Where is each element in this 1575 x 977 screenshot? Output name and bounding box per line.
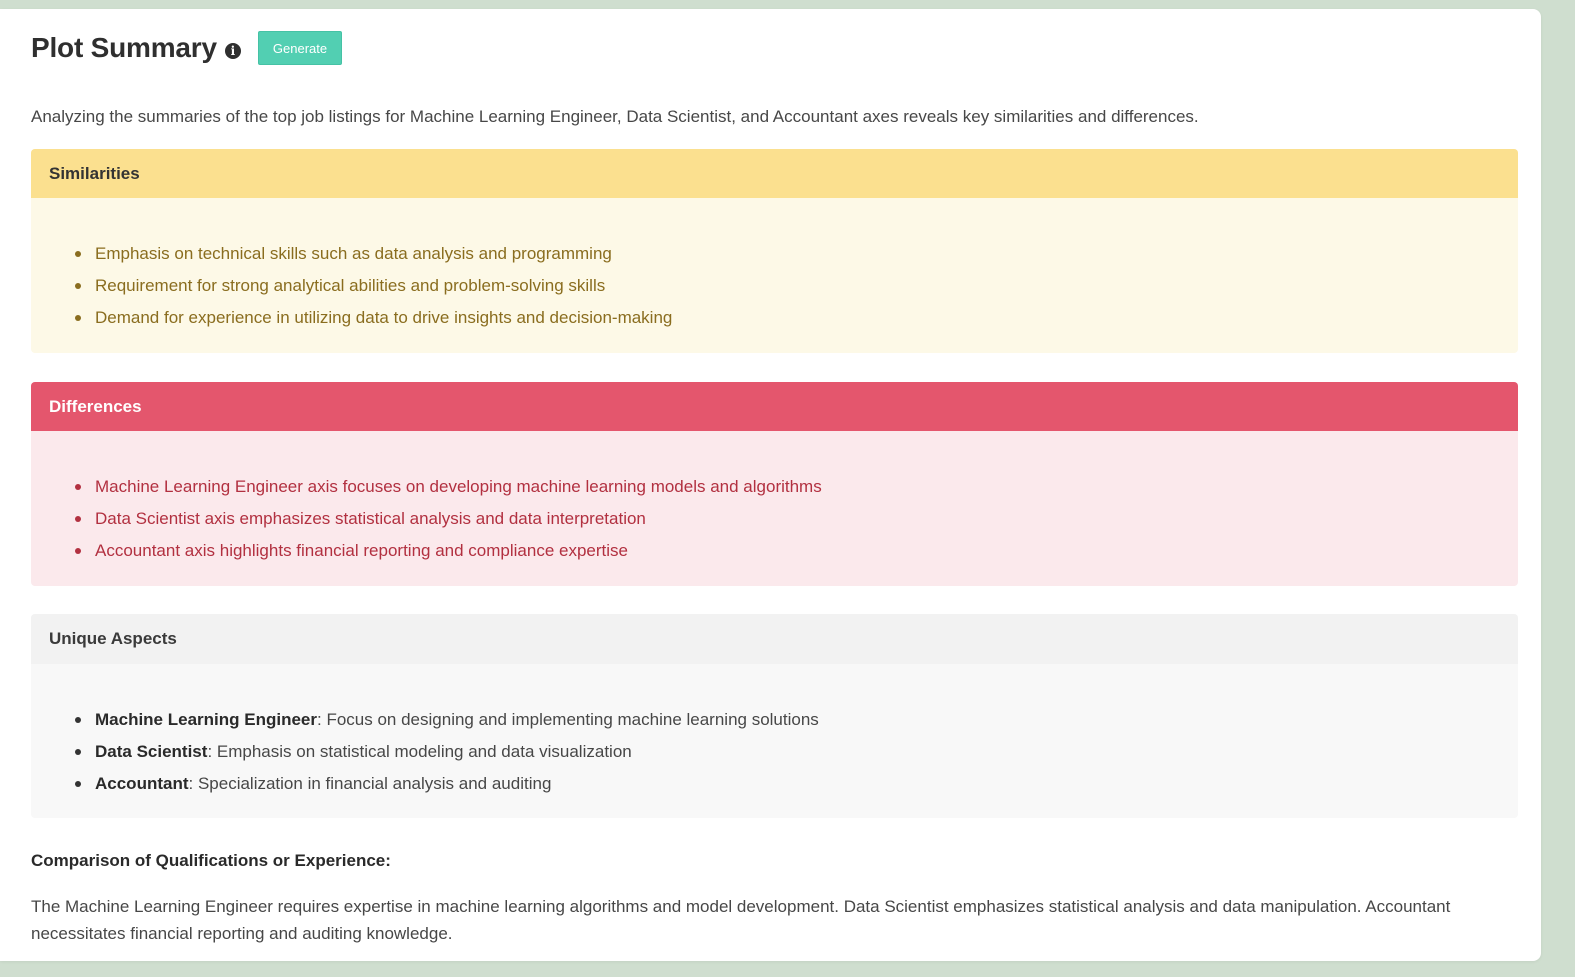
similarities-heading: Similarities: [31, 149, 1518, 198]
list-item-text: Demand for experience in utilizing data …: [95, 308, 673, 327]
list-item: Requirement for strong analytical abilit…: [75, 270, 1518, 302]
bullet-icon: [75, 717, 81, 723]
comparison-text: The Machine Learning Engineer requires e…: [31, 897, 1451, 943]
intro-text: Analyzing the summaries of the top job l…: [31, 107, 1199, 126]
role-name: Machine Learning Engineer: [95, 710, 317, 729]
comparison-heading: Comparison of Qualifications or Experien…: [31, 851, 391, 870]
list-item: Accountant axis highlights financial rep…: [75, 535, 1518, 567]
bullet-icon: [75, 781, 81, 787]
list-item: Data Scientist axis emphasizes statistic…: [75, 503, 1518, 535]
differences-list: Machine Learning Engineer axis focuses o…: [31, 471, 1518, 567]
unique-aspects-list: Machine Learning Engineer: Focus on desi…: [31, 704, 1518, 800]
list-item: Accountant: Specialization in financial …: [75, 768, 1518, 800]
bullet-icon: [75, 548, 81, 554]
plot-summary-card: Plot Summary i Generate Analyzing the su…: [0, 9, 1541, 961]
role-description: : Focus on designing and implementing ma…: [317, 710, 819, 729]
differences-panel: Differences Machine Learning Engineer ax…: [31, 382, 1518, 586]
list-item-text: Emphasis on technical skills such as dat…: [95, 244, 612, 263]
list-item-text: Requirement for strong analytical abilit…: [95, 276, 606, 295]
differences-heading: Differences: [31, 382, 1518, 431]
list-item: Data Scientist: Emphasis on statistical …: [75, 736, 1518, 768]
similarities-panel: Similarities Emphasis on technical skill…: [31, 149, 1518, 353]
list-item-text: Data Scientist axis emphasizes statistic…: [95, 509, 646, 528]
role-name: Data Scientist: [95, 742, 208, 761]
info-icon[interactable]: i: [224, 43, 241, 59]
list-item-text: Machine Learning Engineer axis focuses o…: [95, 477, 822, 496]
bullet-icon: [75, 283, 81, 289]
list-item-text: Accountant axis highlights financial rep…: [95, 541, 628, 560]
list-item: Machine Learning Engineer axis focuses o…: [75, 471, 1518, 503]
unique-aspects-heading: Unique Aspects: [31, 614, 1518, 664]
bullet-icon: [75, 749, 81, 755]
bullet-icon: [75, 516, 81, 522]
list-item: Machine Learning Engineer: Focus on desi…: [75, 704, 1518, 736]
bullet-icon: [75, 484, 81, 490]
role-name: Accountant: [95, 774, 189, 793]
list-item: Demand for experience in utilizing data …: [75, 302, 1518, 334]
role-description: : Emphasis on statistical modeling and d…: [207, 742, 632, 761]
bullet-icon: [75, 315, 81, 321]
unique-aspects-panel: Unique Aspects Machine Learning Engineer…: [31, 614, 1518, 818]
page-title: Plot Summary: [31, 32, 217, 63]
generate-button[interactable]: Generate: [257, 31, 343, 65]
similarities-list: Emphasis on technical skills such as dat…: [31, 238, 1518, 334]
role-description: : Specialization in financial analysis a…: [188, 774, 552, 793]
bullet-icon: [75, 251, 81, 257]
summary-header: Plot Summary i Generate: [31, 31, 343, 65]
list-item: Emphasis on technical skills such as dat…: [75, 238, 1518, 270]
